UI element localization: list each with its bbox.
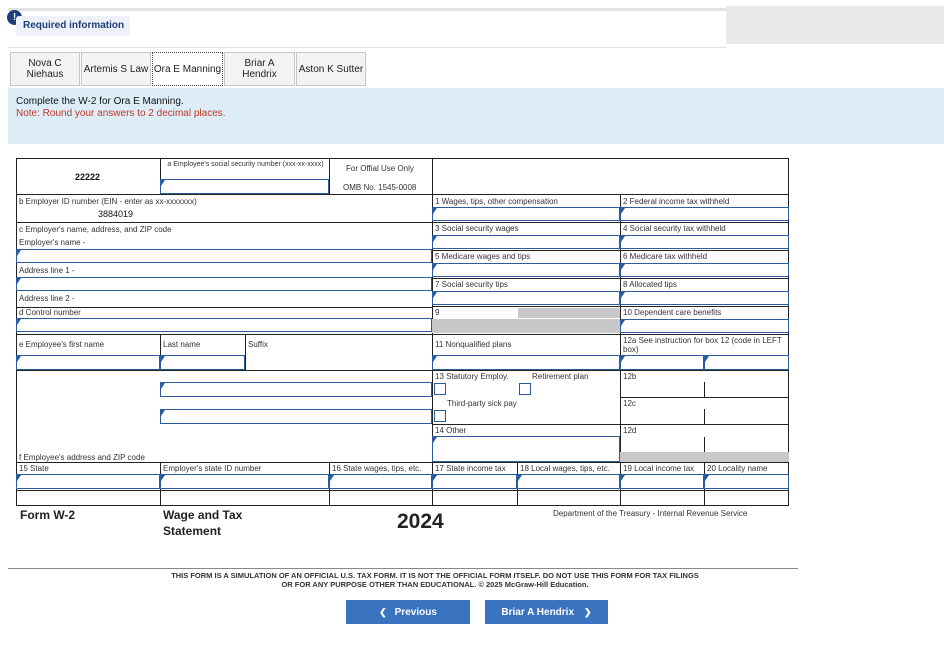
box12a-label: 12a See instruction for box 12 (code in … <box>623 336 782 354</box>
box3-label: 3 Social security wages <box>435 224 519 233</box>
first-name-input[interactable] <box>16 355 160 370</box>
employer-state-id-label: Employer's state ID number <box>163 464 262 473</box>
box18-label: 18 Local wages, tips, etc. <box>520 464 610 473</box>
box4-label: 4 Social security tax withheld <box>623 224 726 233</box>
box20-input[interactable] <box>704 474 789 489</box>
box12c-label: 12c <box>623 399 636 408</box>
box12b-label: 12b <box>623 372 637 381</box>
box9-label: 9 <box>435 308 440 317</box>
retirement-plan-label: Retirement plan <box>532 372 589 381</box>
employer-name-label: Employer's name - <box>19 238 86 247</box>
box15-label: 15 State <box>19 464 49 473</box>
box5-input[interactable] <box>432 263 620 277</box>
department-label: Department of the Treasury - Internal Re… <box>553 509 748 518</box>
box19-label: 19 Local income tax <box>623 464 695 473</box>
box-d-label: d Control number <box>19 308 81 317</box>
instruction-note: Note: Round your answers to 2 decimal pl… <box>16 108 226 119</box>
third-party-sick-label: Third-party sick pay <box>447 399 517 408</box>
box11-input[interactable] <box>432 355 620 370</box>
box19-input[interactable] <box>620 474 704 489</box>
address2-label: Address line 2 - <box>19 294 75 303</box>
box4-input[interactable] <box>620 235 789 249</box>
control-number-input[interactable] <box>16 318 432 332</box>
box-e-label: e Employee's first name <box>19 340 105 349</box>
box17-input[interactable] <box>432 474 517 489</box>
box9-shade <box>518 308 620 318</box>
address1-label: Address line 1 - <box>19 266 75 275</box>
box15-state-input[interactable] <box>16 474 160 489</box>
box17-label: 17 State income tax <box>435 464 506 473</box>
tab-briar-hendrix[interactable]: Briar A Hendrix <box>224 52 295 86</box>
suffix-label: Suffix <box>248 340 268 349</box>
box2-input[interactable] <box>620 207 789 221</box>
last-name-label: Last name <box>163 340 201 349</box>
box-b-value: 3884019 <box>98 209 134 219</box>
box5-label: 5 Medicare wages and tips <box>435 252 531 261</box>
box12d-shade <box>620 452 789 462</box>
statutory-employee-checkbox[interactable] <box>434 383 446 395</box>
next-employee-button[interactable]: Briar A Hendrix ❯ <box>485 600 608 624</box>
tab-aston-sutter[interactable]: Aston K Sutter <box>296 52 366 86</box>
box18-input[interactable] <box>517 474 620 489</box>
box13-label: 13 Statutory Employ. <box>435 372 509 381</box>
retirement-plan-checkbox[interactable] <box>519 383 531 395</box>
box12a-amount-input[interactable] <box>704 355 789 370</box>
header-gray-block <box>726 6 944 44</box>
form-title: Wage and Tax Statement <box>163 508 243 538</box>
disclaimer-text: THIS FORM IS A SIMULATION OF AN OFFICIAL… <box>171 571 699 589</box>
omb-label: OMB No. 1545-0008 <box>343 183 417 192</box>
last-name-input[interactable] <box>160 355 245 370</box>
box16-label: 16 State wages, tips, etc. <box>332 464 422 473</box>
box1-label: 1 Wages, tips, other compensation <box>435 197 558 206</box>
required-info-label: Required information <box>16 16 130 36</box>
control-code: 22222 <box>75 172 101 182</box>
employer-name-input[interactable] <box>16 249 432 263</box>
box14-label: 14 Other <box>435 426 467 435</box>
previous-label: Previous <box>394 606 437 618</box>
box8-label: 8 Allocated tips <box>623 280 677 289</box>
ssn-input[interactable] <box>160 179 329 194</box>
chevron-left-icon: ❮ <box>379 606 387 617</box>
box10-input[interactable] <box>620 319 789 333</box>
box-b-label: b Employer ID number (EIN - enter as xx-… <box>19 197 197 206</box>
official-use-label: For Offial Use Only <box>346 164 414 173</box>
box20-label: 20 Locality name <box>707 464 768 473</box>
box8-input[interactable] <box>620 291 789 305</box>
form-name: Form W-2 <box>20 508 76 522</box>
box7-label: 7 Social security tips <box>435 280 508 289</box>
form-year: 2024 <box>397 510 444 533</box>
employee-address-input-1[interactable] <box>160 382 432 397</box>
tab-nova-niehaus[interactable]: Nova C Niehaus <box>10 52 80 86</box>
box1-input[interactable] <box>432 207 620 221</box>
box6-input[interactable] <box>620 263 789 277</box>
box12d-label: 12d <box>623 426 637 435</box>
box16-input[interactable] <box>329 474 432 489</box>
box-f-label: f Employee's address and ZIP code <box>19 453 145 462</box>
box6-label: 6 Medicare tax withheld <box>623 252 708 261</box>
box-a-label: a Employee's social security number (xxx… <box>167 161 324 168</box>
tab-artemis-law[interactable]: Artemis S Law <box>81 52 151 86</box>
employer-state-id-input[interactable] <box>160 474 329 489</box>
box10-label: 10 Dependent care benefits <box>623 308 722 317</box>
box14-input[interactable] <box>432 436 620 462</box>
box2-label: 2 Federal income tax withheld <box>623 197 730 206</box>
box11-label: 11 Nonqualified plans <box>435 340 512 349</box>
third-party-sick-checkbox[interactable] <box>434 410 446 422</box>
disclaimer-divider <box>8 568 798 569</box>
instruction-text: Complete the W-2 for Ora E Manning. <box>16 96 184 107</box>
previous-button[interactable]: ❮ Previous <box>346 600 470 624</box>
employee-address-input-2[interactable] <box>160 409 432 424</box>
box12a-code-input[interactable] <box>620 355 704 370</box>
address1-input[interactable] <box>16 277 432 291</box>
next-label: Briar A Hendrix <box>501 606 575 618</box>
tab-ora-manning[interactable]: Ora E Manning <box>152 52 223 86</box>
box7-input[interactable] <box>432 291 620 305</box>
box9-shade-bottom <box>432 319 620 333</box>
chevron-right-icon: ❯ <box>584 606 592 617</box>
box-c-label: c Employer's name, address, and ZIP code <box>19 225 172 234</box>
box3-input[interactable] <box>432 235 620 249</box>
